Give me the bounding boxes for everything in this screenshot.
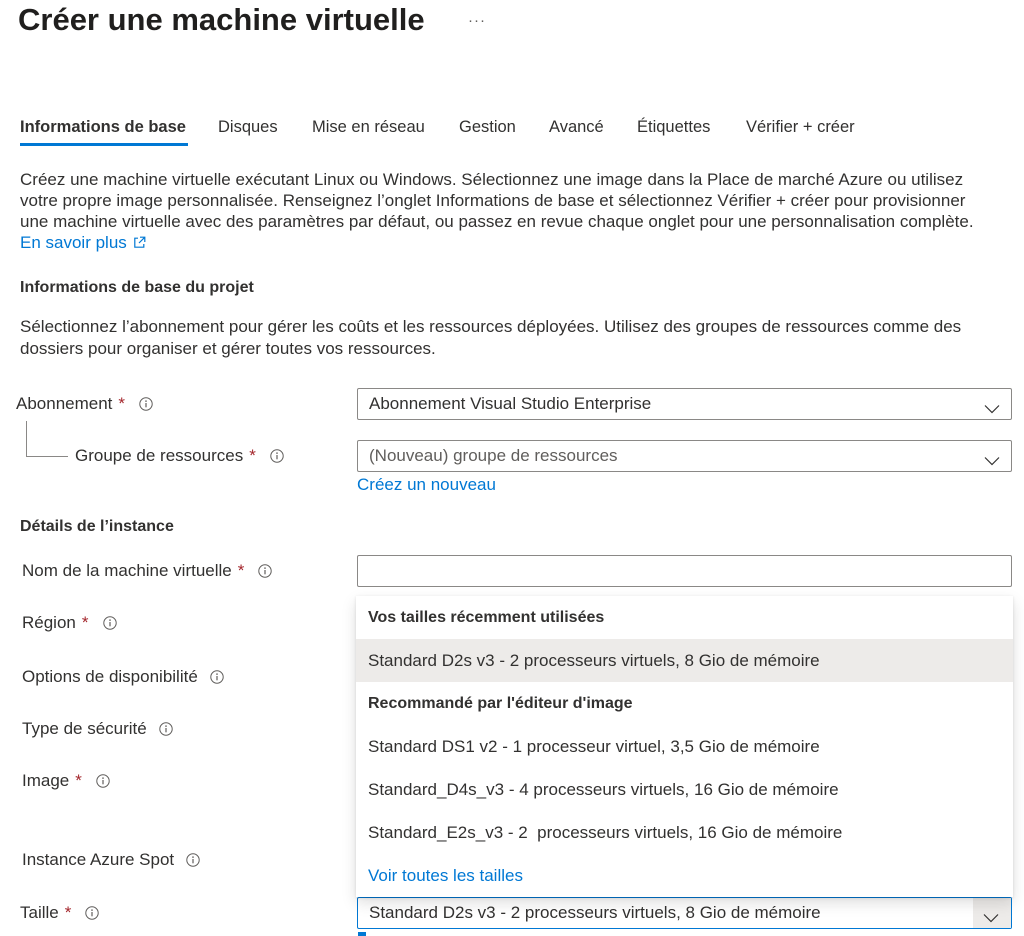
size-group-heading: Recommandé par l'éditeur d'image <box>368 695 633 712</box>
info-icon[interactable] <box>159 721 173 736</box>
tree-connector-vertical <box>26 421 27 457</box>
project-description: Sélectionnez l’abonnement pour gérer les… <box>20 316 961 360</box>
security-type-label-text: Type de sécurité <box>22 719 147 738</box>
tab-tags[interactable]: Étiquettes <box>637 117 710 137</box>
tab-review-create[interactable]: Vérifier + créer <box>746 117 855 137</box>
project-description-line: Sélectionnez l’abonnement pour gérer les… <box>20 317 962 336</box>
required-asterisk: * <box>249 446 256 465</box>
info-icon[interactable] <box>102 615 117 630</box>
tab-management[interactable]: Gestion <box>459 117 516 137</box>
size-label-text: Taille <box>20 903 59 922</box>
chevron-down-icon <box>984 399 1000 414</box>
availability-label-text: Options de disponibilité <box>22 667 198 686</box>
vm-name-label: Nom de la machine virtuelle * <box>22 561 273 581</box>
vm-name-label-text: Nom de la machine virtuelle <box>22 561 232 580</box>
page-title: Créer une machine virtuelle <box>18 2 425 37</box>
info-icon[interactable] <box>96 773 110 788</box>
learn-more-link[interactable]: En savoir plus <box>20 233 146 252</box>
tab-disks[interactable]: Disques <box>218 117 278 137</box>
more-icon: ··· <box>468 12 486 29</box>
required-asterisk: * <box>81 613 89 632</box>
chevron-down-icon <box>983 908 999 923</box>
intro-line: Créez une machine virtuelle exécutant Li… <box>20 170 964 189</box>
create-new-resource-group-link[interactable]: Créez un nouveau <box>357 475 496 495</box>
availability-label: Options de disponibilité <box>22 667 224 687</box>
resource-group-dropdown[interactable]: (Nouveau) groupe de ressources <box>357 440 1012 472</box>
size-dropdown[interactable]: Standard D2s v3 - 2 processeurs virtuels… <box>357 897 1012 929</box>
tab-networking[interactable]: Mise en réseau <box>312 117 425 137</box>
subscription-label-text: Abonnement <box>16 394 113 413</box>
size-option[interactable]: Standard DS1 v2 - 1 processeur virtuel, … <box>356 725 1013 768</box>
region-label: Région * <box>22 613 117 633</box>
size-value: Standard D2s v3 - 2 processeurs virtuels… <box>369 903 821 922</box>
vm-name-input[interactable] <box>357 555 1012 587</box>
project-details-heading: Informations de base du projet <box>20 279 254 296</box>
azure-spot-label-text: Instance Azure Spot <box>22 850 175 869</box>
see-all-sizes-link[interactable]: Voir toutes les tailles <box>356 854 1013 897</box>
info-icon[interactable] <box>186 852 200 867</box>
learn-more-line: En savoir plus <box>20 232 974 253</box>
intro-line: votre propre image personnalisée. Rensei… <box>20 191 966 210</box>
subscription-value: Abonnement Visual Studio Enterprise <box>369 394 652 413</box>
info-icon[interactable] <box>85 905 100 920</box>
size-option[interactable]: Standard_E2s_v3 - 2 processeurs virtuels… <box>356 811 1013 854</box>
chevron-down-icon <box>984 451 1000 466</box>
size-label: Taille * <box>20 903 100 923</box>
size-option-selected[interactable]: Standard D2s v3 - 2 processeurs virtuels… <box>356 639 1013 682</box>
info-icon[interactable] <box>258 563 273 578</box>
tree-connector-horizontal <box>26 456 68 457</box>
project-description-line: dossiers pour organiser et gérer toutes … <box>20 339 436 358</box>
tab-advanced[interactable]: Avancé <box>549 117 604 137</box>
required-asterisk: * <box>64 903 72 922</box>
size-group-heading: Vos tailles récemment utilisées <box>368 609 605 626</box>
required-asterisk: * <box>237 561 245 580</box>
required-asterisk: * <box>118 394 126 413</box>
cut-off-element-fragment <box>358 932 366 936</box>
intro-line: une machine virtuelle avec des paramètre… <box>20 212 974 231</box>
intro-description: Créez une machine virtuelle exécutant Li… <box>20 169 974 253</box>
required-asterisk: * <box>75 771 82 790</box>
info-icon[interactable] <box>139 396 153 411</box>
tab-basics[interactable]: Informations de base <box>20 117 186 137</box>
active-tab-indicator <box>20 143 188 146</box>
more-actions-button[interactable]: ··· <box>468 10 486 32</box>
info-icon[interactable] <box>270 448 284 463</box>
external-link-icon <box>133 233 146 248</box>
resource-group-label: Groupe de ressources * <box>75 446 284 466</box>
info-icon[interactable] <box>210 669 224 684</box>
size-dropdown-list: Vos tailles récemment utilisées Standard… <box>356 596 1013 897</box>
learn-more-label: En savoir plus <box>20 233 127 252</box>
subscription-label: Abonnement * <box>16 394 153 414</box>
instance-details-heading: Détails de l’instance <box>20 518 174 535</box>
image-label-text: Image <box>22 771 70 790</box>
image-label: Image * <box>22 771 110 791</box>
azure-spot-label: Instance Azure Spot <box>22 850 200 870</box>
security-type-label: Type de sécurité <box>22 719 173 739</box>
resource-group-value: (Nouveau) groupe de ressources <box>369 446 618 465</box>
subscription-dropdown[interactable]: Abonnement Visual Studio Enterprise <box>357 388 1012 420</box>
size-option[interactable]: Standard_D4s_v3 - 4 processeurs virtuels… <box>356 768 1013 811</box>
region-label-text: Région <box>22 613 76 632</box>
resource-group-label-text: Groupe de ressources <box>75 446 244 465</box>
